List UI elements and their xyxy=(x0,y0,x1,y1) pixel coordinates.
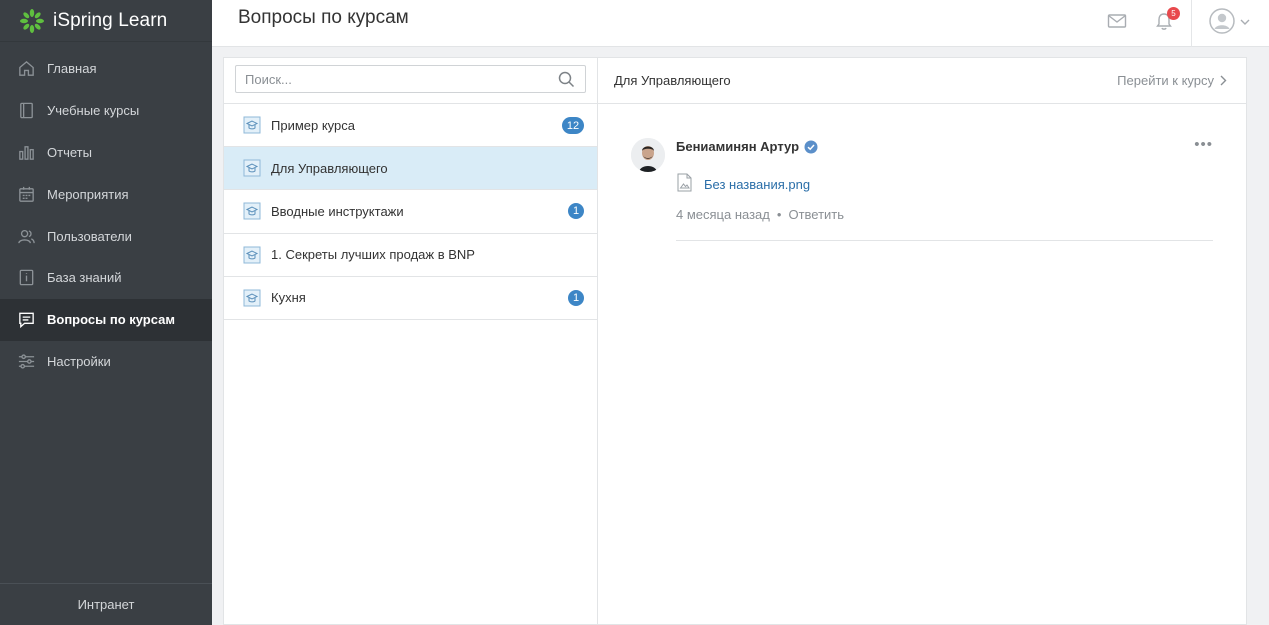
search-icon[interactable] xyxy=(558,71,575,91)
search-input[interactable] xyxy=(236,66,536,92)
author-name: Бениаминян Артур xyxy=(676,139,800,154)
course-icon xyxy=(243,116,261,134)
course-title: Кухня xyxy=(271,290,306,306)
course-item[interactable]: Кухня 1 xyxy=(224,277,597,320)
app-name: iSpring Learn xyxy=(53,9,168,31)
comment-meta: 4 месяца назад • Ответить xyxy=(676,207,844,222)
author-avatar[interactable] xyxy=(631,138,665,172)
course-questions-panel: Для Управляющего Перейти к курсу Бениами… xyxy=(597,57,1247,625)
intranet-link[interactable]: Интранет xyxy=(0,583,212,625)
sidebar-item-label: Настройки xyxy=(47,353,111,369)
reply-link[interactable]: Ответить xyxy=(788,207,844,222)
sidebar-item-courses[interactable]: Учебные курсы xyxy=(0,90,212,132)
chevron-down-icon[interactable] xyxy=(1240,14,1250,29)
app-logo[interactable]: iSpring Learn xyxy=(0,0,212,42)
sidebar-item-users[interactable]: Пользователи xyxy=(0,215,212,257)
course-title: 1. Секреты лучших продаж в BNP xyxy=(271,247,475,263)
course-item[interactable]: Для Управляющего xyxy=(224,147,597,191)
chevron-right-icon xyxy=(1220,75,1227,86)
sidebar-item-label: Учебные курсы xyxy=(47,103,140,119)
sidebar-item-label: Пользователи xyxy=(47,228,132,244)
header-divider xyxy=(1191,0,1192,47)
sidebar-nav: Главная Учебные курсы Отчеты Мероприятия… xyxy=(0,48,212,382)
sidebar-item-reports[interactable]: Отчеты xyxy=(0,132,212,174)
course-item[interactable]: 1. Секреты лучших продаж в BNP xyxy=(224,234,597,277)
sidebar-item-label: Главная xyxy=(47,61,97,77)
go-to-course-link[interactable]: Перейти к курсу xyxy=(1117,73,1227,88)
sidebar-item-label: Отчеты xyxy=(47,144,92,160)
panel-header: Для Управляющего Перейти к курсу xyxy=(598,58,1246,104)
course-icon xyxy=(243,202,261,220)
search-bar xyxy=(224,58,597,104)
course-icon xyxy=(243,246,261,264)
sidebar-item-home[interactable]: Главная xyxy=(0,48,212,90)
knowledge-base-icon xyxy=(16,268,36,288)
course-item[interactable]: Пример курса 12 xyxy=(224,104,597,148)
sidebar-item-knowledge-base[interactable]: База знаний xyxy=(0,257,212,299)
questions-count-badge: 12 xyxy=(562,117,584,134)
sidebar-item-label: Вопросы по курсам xyxy=(47,312,175,328)
questions-icon xyxy=(16,310,36,330)
top-header: Вопросы по курсам 5 xyxy=(212,0,1269,47)
bar-chart-icon xyxy=(16,142,36,162)
image-file-icon xyxy=(677,173,692,195)
settings-sliders-icon xyxy=(16,351,36,371)
course-icon xyxy=(243,289,261,307)
attachment-link[interactable]: Без названия.png xyxy=(704,177,810,192)
ispring-logo-icon xyxy=(20,8,44,33)
page-title: Вопросы по курсам xyxy=(238,7,409,28)
sidebar-item-label: База знаний xyxy=(47,270,122,286)
course-list-panel: Пример курса 12 Для Управляющего Вводные… xyxy=(223,57,597,625)
course-icon xyxy=(243,159,261,177)
comment-author[interactable]: Бениаминян Артур xyxy=(676,139,818,154)
home-icon xyxy=(16,59,36,79)
notifications-badge: 5 xyxy=(1167,7,1180,20)
user-avatar[interactable] xyxy=(1209,8,1235,34)
sidebar: iSpring Learn Главная Учебные курсы Отче… xyxy=(0,0,212,625)
users-icon xyxy=(16,226,36,246)
comment-divider xyxy=(676,240,1213,241)
sidebar-item-settings[interactable]: Настройки xyxy=(0,341,212,383)
selected-course-title: Для Управляющего xyxy=(614,73,731,88)
calendar-icon xyxy=(16,184,36,204)
attachment[interactable]: Без названия.png xyxy=(677,173,810,195)
go-to-course-label: Перейти к курсу xyxy=(1117,73,1214,88)
sidebar-item-course-questions[interactable]: Вопросы по курсам xyxy=(0,298,212,341)
meta-separator: • xyxy=(776,207,782,222)
course-title: Для Управляющего xyxy=(271,160,388,176)
search-box xyxy=(235,65,586,93)
book-icon xyxy=(16,101,36,121)
sidebar-item-events[interactable]: Мероприятия xyxy=(0,173,212,215)
questions-count-badge: 1 xyxy=(568,203,584,220)
questions-count-badge: 1 xyxy=(568,289,584,306)
course-title: Пример курса xyxy=(271,117,355,133)
more-options-icon[interactable]: ••• xyxy=(1194,136,1213,153)
comment-time: 4 месяца назад xyxy=(676,207,770,222)
course-title: Вводные инструктажи xyxy=(271,203,404,219)
verified-icon xyxy=(804,140,818,153)
sidebar-item-label: Мероприятия xyxy=(47,186,129,202)
course-item[interactable]: Вводные инструктажи 1 xyxy=(224,190,597,234)
mail-icon[interactable] xyxy=(1106,10,1128,32)
